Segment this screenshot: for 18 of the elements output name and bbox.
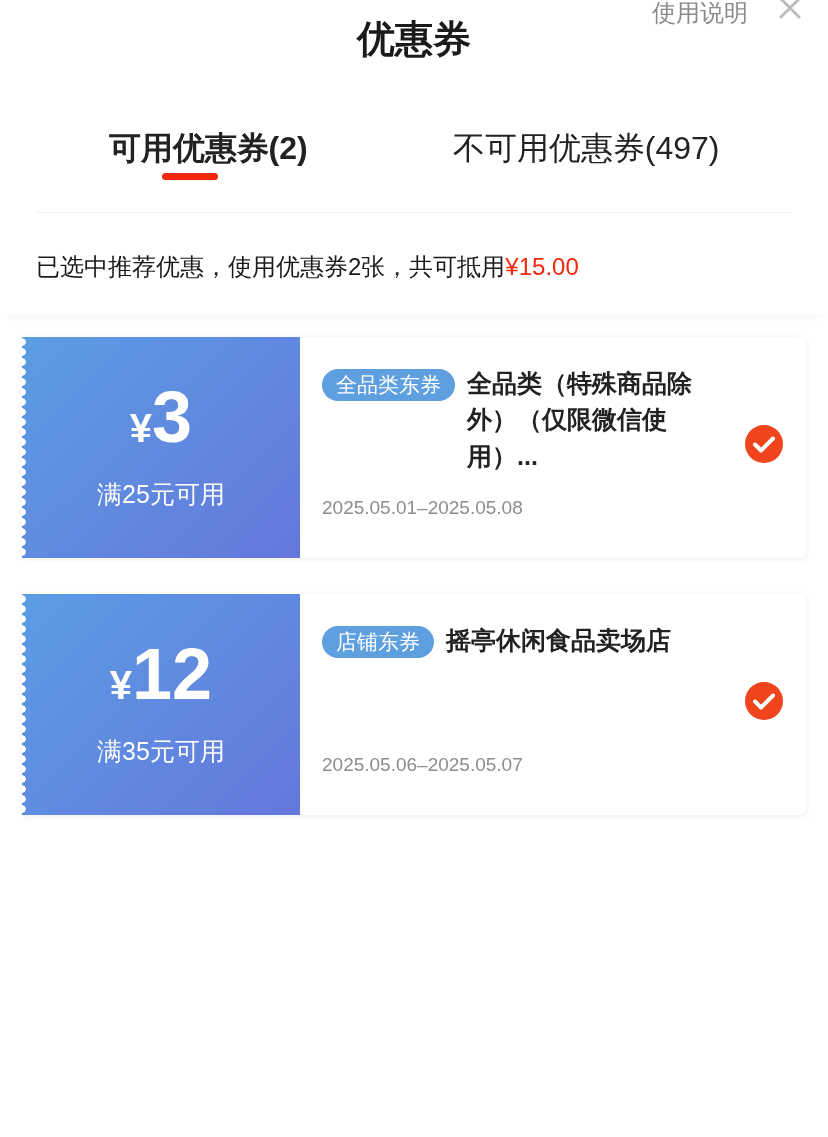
coupon-value: ¥3 [129, 381, 193, 459]
coupon-card[interactable]: ¥12 满35元可用 店铺东券 摇亭休闲食品卖场店 2025.05.06–2025.05.07 [22, 594, 806, 815]
tab[interactable]: 可用优惠券(2) [108, 80, 308, 180]
coupon-tag: 店铺东券 [322, 626, 434, 658]
coupon-title: 全品类（特殊商品除外）（仅限微信使用）... [467, 368, 693, 472]
coupon-dates: 2025.05.01–2025.05.08 [322, 495, 524, 520]
coupon-dates: 2025.05.06–2025.05.07 [322, 752, 524, 777]
summary-text: 已选中推荐优惠，使用优惠券2张，共可抵用¥15.00 [36, 253, 579, 280]
coupon-card[interactable]: ¥3 满25元可用 全品类东券 全品类（特殊商品除外）（仅限微信使用）... 2025.05.01–2025.05.08 [22, 337, 806, 558]
coupon-condition: 满25元可用 [97, 479, 225, 511]
tab[interactable]: 不可用优惠券(497) [452, 80, 720, 180]
checked-icon[interactable] [744, 423, 784, 464]
page-title: 优惠券 [357, 20, 471, 58]
coupon-condition: 满35元可用 [97, 736, 225, 768]
coupon-tag: 全品类东券 [322, 369, 455, 401]
coupon-title: 摇亭休闲食品卖场店 [446, 625, 671, 656]
coupon-value: ¥12 [109, 638, 213, 716]
checked-icon[interactable] [744, 680, 784, 721]
